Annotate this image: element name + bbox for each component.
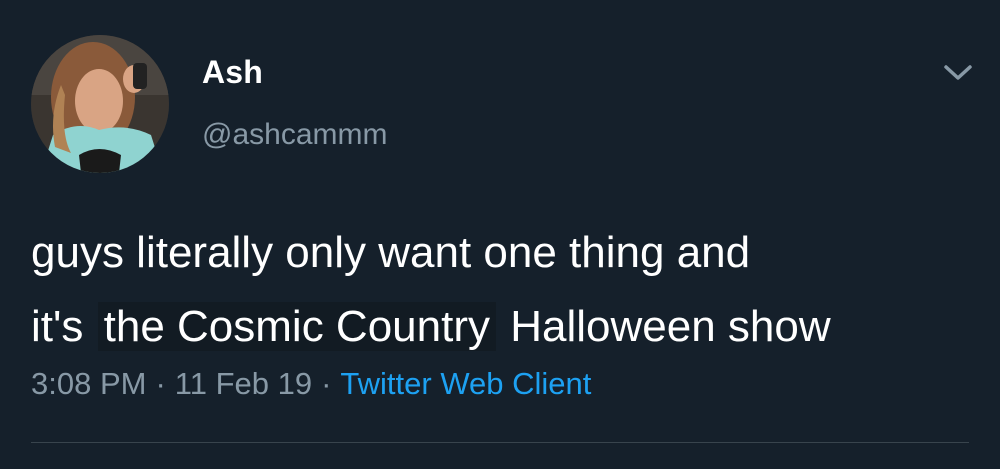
tweet-text-line-2: it's the Cosmic Country Halloween show [31,290,991,364]
tweet-text-line-1: guys literally only want one thing and [31,228,751,277]
avatar[interactable] [31,35,169,173]
tweet-card: Ash @ashcammm guys literally only want o… [0,0,1000,469]
divider [31,442,969,443]
meta-separator: · [155,366,166,401]
display-name[interactable]: Ash [202,54,263,91]
tweet-time[interactable]: 3:08 PM [31,366,146,401]
avatar-photo [31,35,169,173]
tweet-metadata: 3:08 PM · 11 Feb 19 · Twitter Web Client [31,366,591,402]
user-handle[interactable]: @ashcammm [202,118,387,152]
tweet-date[interactable]: 11 Feb 19 [175,366,312,401]
meta-separator: · [321,366,332,401]
tweet-text: guys literally only want one thing and i… [31,216,991,364]
tweet-text-prefix: it's [31,302,84,351]
tweet-text-suffix: Halloween show [510,302,831,351]
tweet-text-highlight: the Cosmic Country [97,302,496,351]
chevron-down-icon[interactable] [941,60,975,86]
tweet-source-link[interactable]: Twitter Web Client [340,366,591,401]
